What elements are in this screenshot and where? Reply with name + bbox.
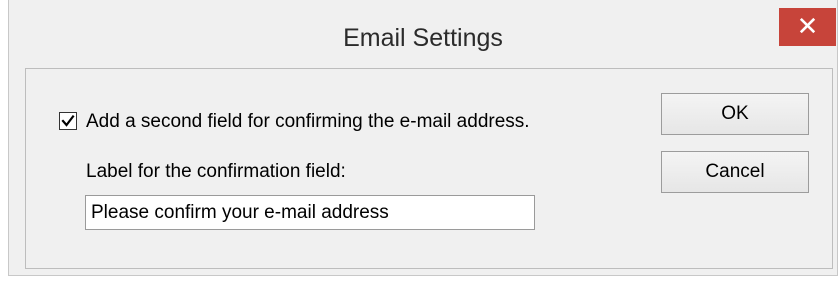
close-icon: ✕ — [796, 12, 819, 42]
confirm-email-checkbox-label[interactable]: Add a second field for confirming the e-… — [86, 111, 530, 133]
dialog-content: Add a second field for confirming the e-… — [25, 68, 833, 269]
checkmark-icon — [61, 114, 75, 127]
confirmation-field-label: Label for the confirmation field: — [86, 161, 346, 182]
cancel-button[interactable]: Cancel — [661, 151, 809, 193]
email-settings-dialog: Email Settings ✕ Add a second field for … — [8, 0, 838, 276]
close-button[interactable]: ✕ — [779, 8, 836, 46]
confirm-email-checkbox[interactable] — [59, 112, 77, 130]
title-bar[interactable]: Email Settings ✕ — [9, 0, 837, 78]
dialog-title: Email Settings — [343, 24, 503, 52]
ok-button[interactable]: OK — [661, 93, 809, 135]
confirmation-label-input[interactable] — [85, 195, 535, 230]
